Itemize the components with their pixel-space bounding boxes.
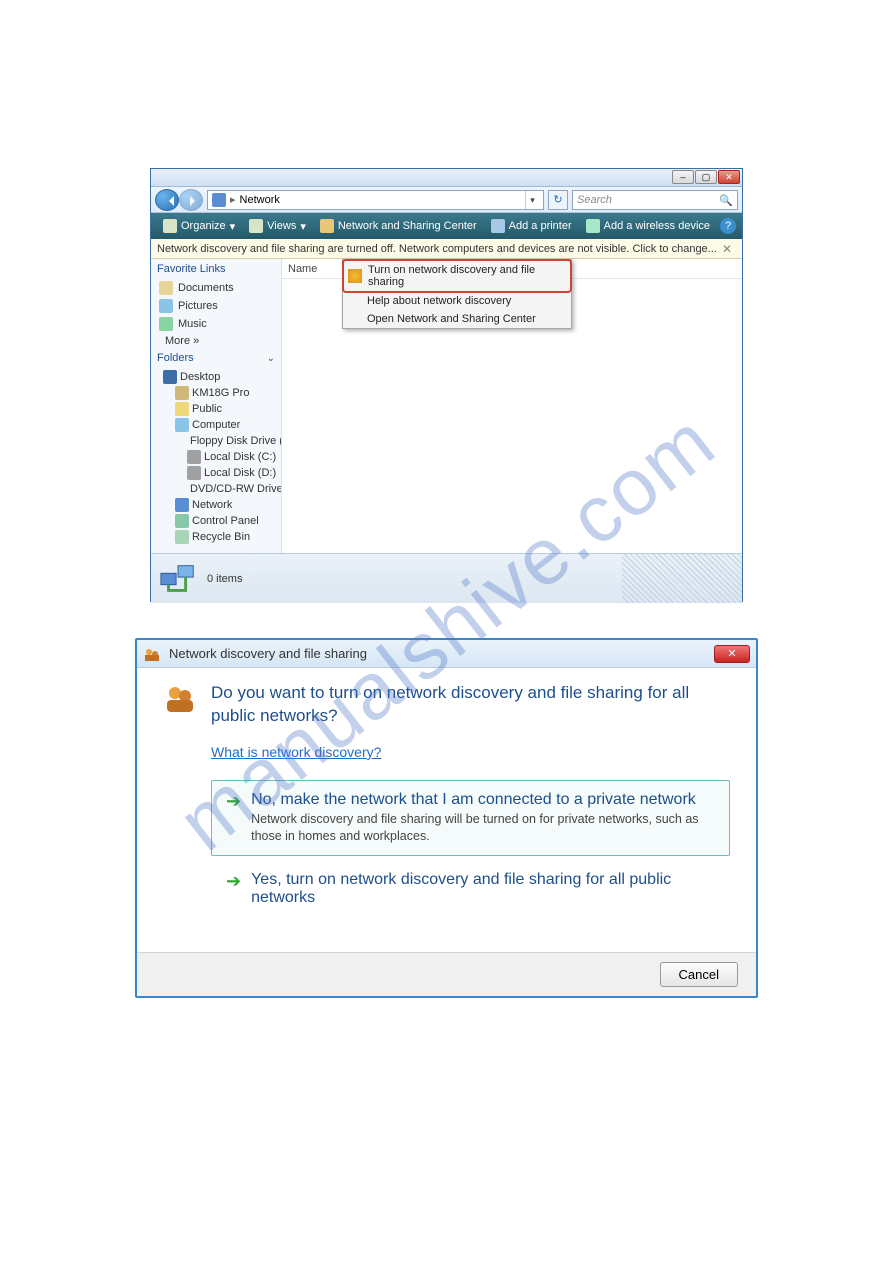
refresh-button[interactable]: ↻ xyxy=(548,190,568,210)
dialog-heading-icon xyxy=(163,682,197,716)
chevron-down-icon: ⌄ xyxy=(267,353,275,364)
favorite-music[interactable]: Music xyxy=(151,315,281,333)
address-bar: ▸ Network ▾ ↻ Search 🔍 xyxy=(151,187,742,213)
option-public-title: Yes, turn on network discovery and file … xyxy=(251,871,715,907)
recycle-bin-icon xyxy=(175,530,189,544)
organize-icon xyxy=(163,219,177,233)
shield-icon xyxy=(348,269,362,283)
views-icon xyxy=(249,219,263,233)
address-box[interactable]: ▸ Network ▾ xyxy=(207,190,544,210)
tree-recycle-bin[interactable]: Recycle Bin xyxy=(155,529,277,545)
breadcrumb-network[interactable]: Network xyxy=(240,194,280,206)
network-tree-icon xyxy=(175,498,189,512)
resize-grip[interactable] xyxy=(622,553,742,603)
favorite-more[interactable]: More » xyxy=(151,333,281,349)
add-wireless-button[interactable]: Add a wireless device xyxy=(580,217,716,235)
folders-header[interactable]: Folders⌄ xyxy=(151,349,281,367)
maximize-button[interactable]: ▢ xyxy=(695,170,717,184)
explorer-window: – ▢ ✕ ▸ Network ▾ ↻ Search 🔍 Organize▾ V… xyxy=(150,168,743,602)
cancel-button[interactable]: Cancel xyxy=(660,962,738,987)
command-bar: Organize▾ Views▾ Network and Sharing Cen… xyxy=(151,213,742,239)
option-private-title: No, make the network that I am connected… xyxy=(251,791,715,809)
disk-icon xyxy=(187,450,201,464)
dialog-titlebar[interactable]: Network discovery and file sharing ✕ xyxy=(137,640,756,668)
tree-network[interactable]: Network xyxy=(155,497,277,513)
status-text: 0 items xyxy=(207,573,242,585)
tree-floppy[interactable]: Floppy Disk Drive (A xyxy=(155,433,277,449)
printer-icon xyxy=(491,219,505,233)
arrow-icon: ➔ xyxy=(226,871,241,891)
search-input[interactable]: Search 🔍 xyxy=(572,190,738,210)
info-bar-close[interactable]: ✕ xyxy=(718,242,736,256)
user-folder-icon xyxy=(175,386,189,400)
content-pane[interactable]: Name Turn on network discovery and file … xyxy=(282,259,742,553)
network-status-icon xyxy=(159,560,197,598)
address-dropdown[interactable]: ▾ xyxy=(525,191,539,209)
search-placeholder: Search xyxy=(577,194,612,206)
folder-tree: Desktop KM18G Pro Public Computer Floppy… xyxy=(151,367,281,547)
documents-icon xyxy=(159,281,173,295)
network-icon xyxy=(212,193,226,207)
dialog-title-icon xyxy=(143,645,161,663)
close-button[interactable]: ✕ xyxy=(718,170,740,184)
tree-control-panel[interactable]: Control Panel xyxy=(155,513,277,529)
tree-computer[interactable]: Computer xyxy=(155,417,277,433)
tree-dvd[interactable]: DVD/CD-RW Drive ( xyxy=(155,481,277,497)
back-button[interactable] xyxy=(155,189,179,211)
dialog-heading: Do you want to turn on network discovery… xyxy=(211,682,730,728)
minimize-button[interactable]: – xyxy=(672,170,694,184)
disk-icon xyxy=(187,466,201,480)
computer-icon xyxy=(175,418,189,432)
menu-help-discovery[interactable]: Help about network discovery xyxy=(343,292,571,310)
tree-desktop[interactable]: Desktop xyxy=(155,369,277,385)
info-bar[interactable]: Network discovery and file sharing are t… xyxy=(151,239,742,259)
status-bar: 0 items xyxy=(151,553,742,603)
breadcrumb-separator: ▸ xyxy=(230,193,236,206)
navigation-pane: Favorite Links Documents Pictures Music … xyxy=(151,259,282,553)
option-private-desc: Network discovery and file sharing will … xyxy=(251,811,715,845)
folder-icon xyxy=(175,402,189,416)
organize-button[interactable]: Organize▾ xyxy=(157,217,241,235)
tree-local-c[interactable]: Local Disk (C:) xyxy=(155,449,277,465)
views-button[interactable]: Views▾ xyxy=(243,217,312,235)
favorites-header: Favorite Links xyxy=(151,259,281,279)
dialog-footer: Cancel xyxy=(137,952,756,996)
forward-button[interactable] xyxy=(179,189,203,211)
pictures-icon xyxy=(159,299,173,313)
option-private-network[interactable]: ➔ No, make the network that I am connect… xyxy=(211,780,730,856)
menu-turn-on-discovery[interactable]: Turn on network discovery and file shari… xyxy=(342,259,572,293)
option-public-networks[interactable]: ➔ Yes, turn on network discovery and fil… xyxy=(211,860,730,918)
tree-local-d[interactable]: Local Disk (D:) xyxy=(155,465,277,481)
tree-user[interactable]: KM18G Pro xyxy=(155,385,277,401)
network-center-icon xyxy=(320,219,334,233)
dialog-close-button[interactable]: ✕ xyxy=(714,645,750,663)
what-is-discovery-link[interactable]: What is network discovery? xyxy=(211,744,381,760)
context-menu: Turn on network discovery and file shari… xyxy=(342,259,572,329)
control-panel-icon xyxy=(175,514,189,528)
music-icon xyxy=(159,317,173,331)
menu-open-center[interactable]: Open Network and Sharing Center xyxy=(343,310,571,328)
wireless-icon xyxy=(586,219,600,233)
network-sharing-center-button[interactable]: Network and Sharing Center xyxy=(314,217,483,235)
favorite-documents[interactable]: Documents xyxy=(151,279,281,297)
dialog-title-text: Network discovery and file sharing xyxy=(169,646,367,661)
network-discovery-dialog: Network discovery and file sharing ✕ Do … xyxy=(135,638,758,998)
tree-public[interactable]: Public xyxy=(155,401,277,417)
info-bar-text: Network discovery and file sharing are t… xyxy=(157,243,717,255)
search-icon: 🔍 xyxy=(719,194,733,207)
add-printer-button[interactable]: Add a printer xyxy=(485,217,578,235)
titlebar[interactable]: – ▢ ✕ xyxy=(151,169,742,187)
help-button[interactable]: ? xyxy=(720,218,736,234)
desktop-icon xyxy=(163,370,177,384)
arrow-icon: ➔ xyxy=(226,791,241,811)
favorite-pictures[interactable]: Pictures xyxy=(151,297,281,315)
